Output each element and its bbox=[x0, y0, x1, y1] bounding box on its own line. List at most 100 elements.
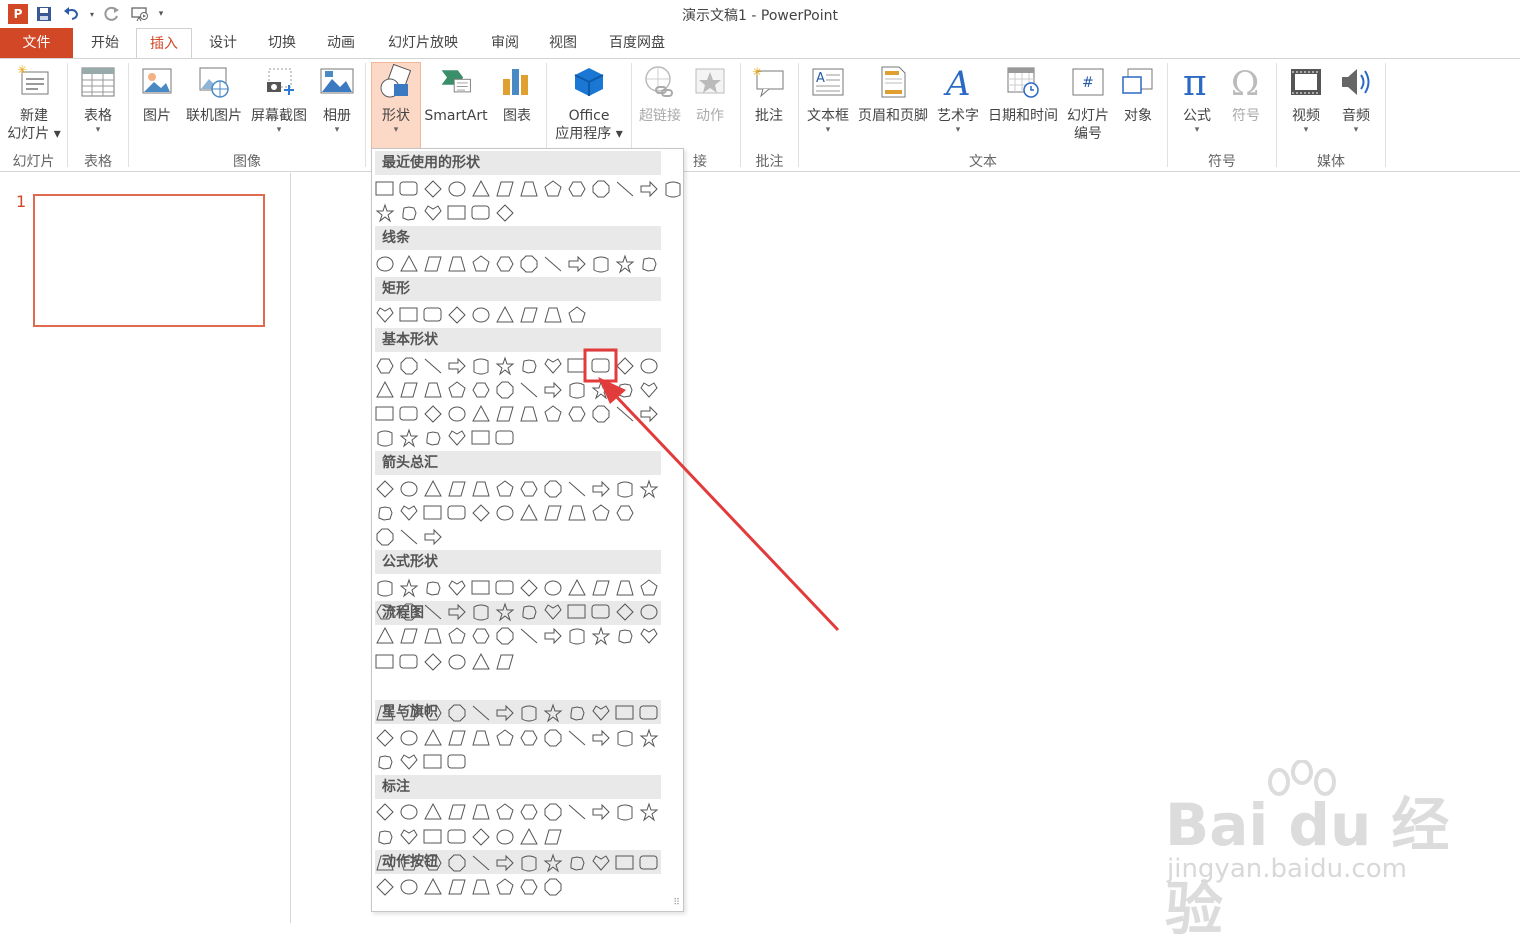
shape-option[interactable] bbox=[447, 754, 466, 769]
shape-option[interactable] bbox=[472, 879, 490, 895]
shape-option[interactable] bbox=[399, 181, 418, 196]
shape-option[interactable] bbox=[615, 254, 635, 274]
shape-option[interactable] bbox=[495, 356, 515, 376]
shape-option[interactable] bbox=[568, 181, 586, 197]
pictures-button[interactable]: 图片 bbox=[134, 63, 180, 125]
shape-option[interactable] bbox=[423, 307, 442, 322]
shape-option[interactable] bbox=[520, 307, 538, 323]
shape-option[interactable] bbox=[591, 358, 610, 373]
shape-option[interactable] bbox=[424, 653, 442, 671]
shape-option[interactable] bbox=[543, 703, 563, 723]
shape-option[interactable] bbox=[640, 405, 658, 423]
shape-option[interactable] bbox=[544, 729, 562, 747]
shape-option[interactable] bbox=[376, 705, 394, 721]
screenshot-button[interactable]: 屏幕截图 ▾ bbox=[247, 63, 311, 135]
shape-option[interactable] bbox=[520, 628, 538, 644]
shape-option[interactable] bbox=[591, 380, 611, 400]
shape-option[interactable] bbox=[522, 605, 537, 620]
shape-option[interactable] bbox=[400, 704, 418, 721]
shape-option[interactable] bbox=[544, 307, 562, 323]
shape-option[interactable] bbox=[376, 307, 394, 323]
shape-option[interactable] bbox=[424, 382, 442, 398]
shape-option[interactable] bbox=[569, 628, 585, 645]
shape-option[interactable] bbox=[568, 255, 586, 273]
shape-option[interactable] bbox=[617, 804, 633, 821]
header-footer-button[interactable]: 页眉和页脚 bbox=[854, 63, 932, 125]
shape-option[interactable] bbox=[400, 829, 418, 845]
shape-option[interactable] bbox=[617, 730, 633, 747]
shape-option[interactable] bbox=[447, 205, 466, 220]
shape-option[interactable] bbox=[400, 603, 418, 621]
shape-option[interactable] bbox=[570, 856, 585, 871]
shape-option[interactable] bbox=[400, 357, 418, 375]
shape-option[interactable] bbox=[544, 480, 562, 498]
shape-option[interactable] bbox=[592, 180, 610, 198]
shape-option[interactable] bbox=[496, 878, 514, 895]
shape-option[interactable] bbox=[448, 879, 466, 895]
shape-option[interactable] bbox=[448, 406, 466, 422]
shape-option[interactable] bbox=[376, 729, 394, 747]
shape-option[interactable] bbox=[496, 181, 514, 197]
shape-option[interactable] bbox=[568, 804, 586, 820]
shape-option[interactable] bbox=[448, 654, 466, 670]
shape-option[interactable] bbox=[592, 580, 610, 596]
shape-option[interactable] bbox=[615, 855, 634, 870]
shape-option[interactable] bbox=[399, 654, 418, 669]
shape-option[interactable] bbox=[448, 306, 466, 324]
shape-option[interactable] bbox=[496, 854, 514, 872]
chart-button[interactable]: 图表 bbox=[494, 63, 540, 125]
shape-option[interactable] bbox=[375, 654, 394, 669]
tab-review[interactable]: 审阅 bbox=[479, 28, 531, 58]
shape-option[interactable] bbox=[448, 730, 466, 746]
video-button[interactable]: 视频 ▾ bbox=[1282, 63, 1330, 135]
shape-option[interactable] bbox=[424, 479, 442, 497]
shape-option[interactable] bbox=[400, 529, 418, 545]
wordart-button[interactable]: A 艺术字 ▾ bbox=[934, 63, 982, 135]
tab-insert[interactable]: 插入 bbox=[136, 28, 192, 59]
shape-option[interactable] bbox=[472, 628, 490, 644]
tab-file[interactable]: 文件 bbox=[0, 28, 73, 58]
shape-option[interactable] bbox=[400, 481, 418, 497]
shape-option[interactable] bbox=[520, 255, 538, 273]
action-button[interactable]: 动作 bbox=[688, 63, 732, 125]
shape-option[interactable] bbox=[617, 481, 633, 498]
shape-option[interactable] bbox=[616, 181, 634, 197]
shape-option[interactable] bbox=[376, 480, 394, 498]
shape-option[interactable] bbox=[471, 580, 490, 595]
shape-option[interactable] bbox=[544, 580, 562, 596]
shape-option[interactable] bbox=[399, 406, 418, 421]
shape-option[interactable] bbox=[521, 705, 537, 722]
shape-option[interactable] bbox=[568, 306, 586, 323]
shape-option[interactable] bbox=[424, 705, 442, 721]
shape-option[interactable] bbox=[400, 754, 418, 770]
shape-option[interactable] bbox=[426, 581, 441, 596]
photo-album-button[interactable]: 相册 ▾ bbox=[314, 63, 360, 135]
shape-option[interactable] bbox=[618, 629, 633, 644]
table-button[interactable]: 表格 ▾ bbox=[74, 63, 122, 135]
slide-thumbnail[interactable] bbox=[33, 194, 265, 327]
shape-option[interactable] bbox=[376, 626, 394, 644]
shape-option[interactable] bbox=[376, 855, 394, 871]
shape-option[interactable] bbox=[448, 181, 466, 197]
shape-option[interactable] bbox=[496, 480, 514, 497]
shape-option[interactable] bbox=[544, 878, 562, 896]
shape-option[interactable] bbox=[567, 604, 586, 619]
shape-option[interactable] bbox=[639, 705, 658, 720]
shape-option[interactable] bbox=[616, 406, 634, 422]
shape-option[interactable] bbox=[472, 730, 490, 746]
shape-option[interactable] bbox=[424, 180, 442, 198]
shape-option[interactable] bbox=[591, 604, 610, 619]
shape-option[interactable] bbox=[378, 830, 393, 845]
shape-option[interactable] bbox=[520, 730, 538, 746]
new-slide-button[interactable]: ✳ 新建 幻灯片 ▾ bbox=[4, 63, 64, 143]
shape-option[interactable] bbox=[400, 382, 418, 398]
tab-transitions[interactable]: 切换 bbox=[256, 28, 308, 58]
shape-option[interactable] bbox=[400, 804, 418, 820]
shape-option[interactable] bbox=[639, 802, 659, 822]
shape-option[interactable] bbox=[496, 729, 514, 746]
shape-option[interactable] bbox=[592, 803, 610, 821]
shape-option[interactable] bbox=[665, 181, 681, 198]
shape-option[interactable] bbox=[616, 580, 634, 596]
shape-option[interactable] bbox=[426, 431, 441, 446]
slide-number-button[interactable]: # 幻灯片 编号 bbox=[1063, 63, 1113, 143]
